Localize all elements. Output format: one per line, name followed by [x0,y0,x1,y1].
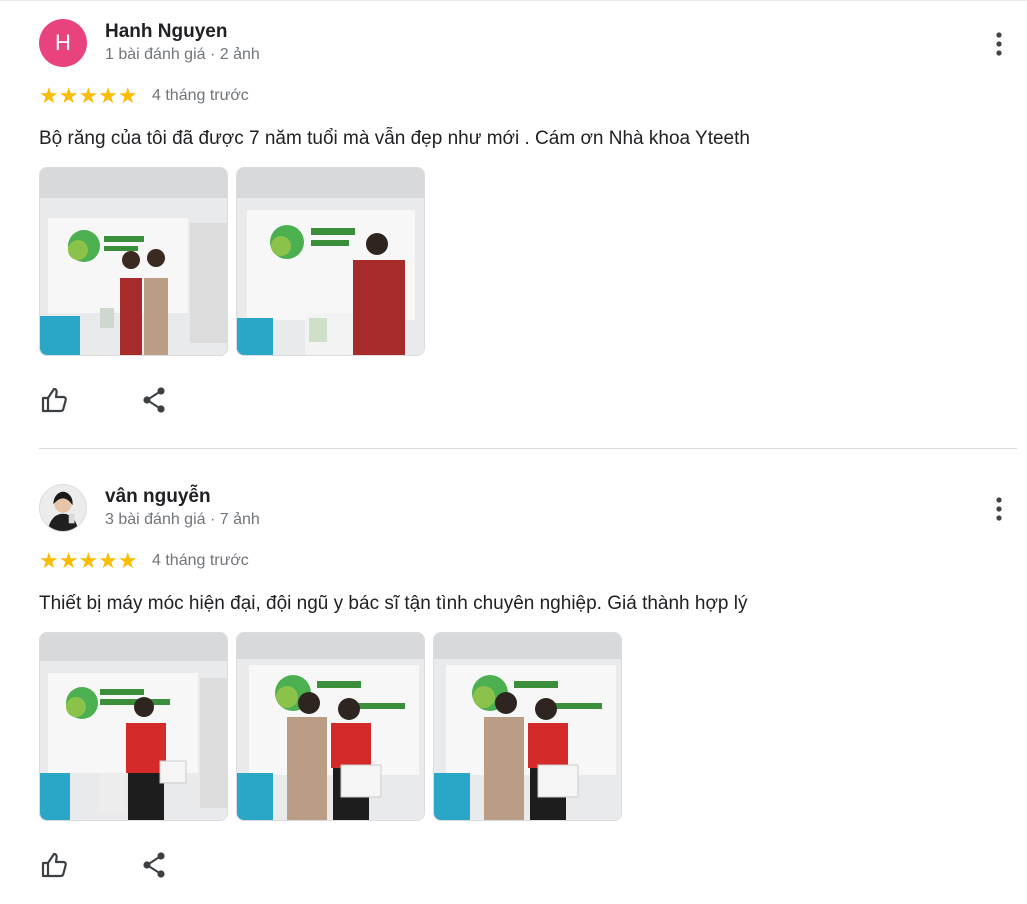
share-button[interactable] [139,850,169,880]
avatar-letter: H [55,30,71,55]
clinic-photo-image [40,633,227,820]
thumb-up-icon [41,852,67,878]
star-rating: ★★★★★ [39,83,138,108]
review-divider [39,448,1017,449]
review-photo[interactable] [39,167,228,356]
reviewer-meta: 3 bài đánh giá · 7 ảnh [105,511,260,528]
clinic-photo-image [237,168,424,355]
clinic-photo-image [40,168,227,355]
more-vert-icon [996,497,1002,521]
thumb-up-icon [41,387,67,413]
share-icon [143,852,165,878]
more-options-button[interactable] [987,495,1011,523]
review-photo[interactable] [236,167,425,356]
review-photo[interactable] [39,632,228,821]
review-photo[interactable] [433,632,622,821]
reviewer-name[interactable]: Hanh Nguyen [105,21,227,43]
photo-strip [39,167,425,356]
review-time: 4 tháng trước [152,552,249,569]
review-time: 4 tháng trước [152,87,249,104]
review-text: Bộ răng của tôi đã được 7 năm tuổi mà vẫ… [39,128,750,149]
more-vert-icon [996,32,1002,56]
reviewer-meta: 1 bài đánh giá · 2 ảnh [105,46,260,63]
review-actions [39,385,169,415]
review-text: Thiết bị máy móc hiện đại, đội ngũ y bác… [39,593,748,614]
star-rating: ★★★★★ [39,548,138,573]
avatar[interactable]: H [39,19,87,67]
photo-strip [39,632,622,821]
top-divider [0,0,1027,1]
review-photo[interactable] [236,632,425,821]
reviewer-name[interactable]: vân nguyễn [105,486,211,508]
clinic-photo-image [237,633,424,820]
avatar[interactable] [39,484,87,532]
more-options-button[interactable] [987,30,1011,58]
like-button[interactable] [39,850,69,880]
avatar-photo-image [40,485,86,531]
review-actions [39,850,169,880]
share-button[interactable] [139,385,169,415]
clinic-photo-image [434,633,621,820]
share-icon [143,387,165,413]
like-button[interactable] [39,385,69,415]
